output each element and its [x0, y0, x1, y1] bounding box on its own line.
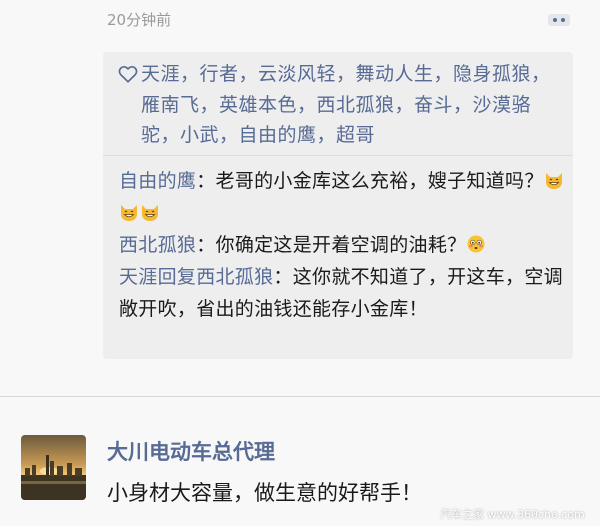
- comment-item[interactable]: 天涯回复西北孤狼：这你就不知道了，开这车，空调敞开吹，省出的油钱还能存小金库！: [119, 261, 565, 325]
- comment-item[interactable]: 自由的鹰：老哥的小金库这么充裕，嫂子知道吗？: [119, 165, 565, 229]
- avatar[interactable]: [21, 435, 86, 500]
- comment-text: 老哥的小金库这么充裕，嫂子知道吗？: [215, 170, 544, 192]
- post-author-name[interactable]: 大川电动车总代理: [107, 437, 275, 467]
- more-dot-icon: [553, 18, 557, 22]
- moments-feed: 20分钟前 天涯，行者，云淡风轻，舞动人生，隐身孤狼，雁南飞，英雄本色，西北孤狼…: [0, 0, 600, 526]
- comment-author[interactable]: 天涯回复西北孤狼: [119, 266, 273, 288]
- comment-author[interactable]: 自由的鹰: [119, 170, 196, 192]
- grinning-cat-emoji: [142, 205, 158, 221]
- comment-separator: ：: [196, 170, 216, 192]
- comment-list: 自由的鹰：老哥的小金库这么充裕，嫂子知道吗？ 西北孤狼：你确定这是开着空调的油耗…: [119, 165, 565, 325]
- likes-comments-divider: [103, 155, 573, 156]
- post-divider: [0, 396, 600, 397]
- sunset-city-avatar-image: [21, 435, 86, 500]
- heart-icon: [118, 66, 138, 83]
- grinning-cat-emoji: [121, 205, 137, 221]
- grinning-cat-emoji: [545, 173, 562, 189]
- comment-separator: ：: [273, 266, 293, 288]
- comment-item[interactable]: 西北孤狼：你确定这是开着空调的油耗？: [119, 229, 565, 261]
- likers-list[interactable]: 天涯，行者，云淡风轻，舞动人生，隐身孤狼，雁南飞，英雄本色，西北孤狼，奋斗，沙漠…: [141, 59, 561, 151]
- likes-and-comments-panel: 天涯，行者，云淡风轻，舞动人生，隐身孤狼，雁南飞，英雄本色，西北孤狼，奋斗，沙漠…: [103, 52, 573, 359]
- flushed-face-emoji: [467, 235, 485, 253]
- comment-text: 你确定这是开着空调的油耗？: [215, 234, 467, 256]
- more-dot-icon: [561, 18, 565, 22]
- post-timestamp: 20分钟前: [107, 11, 172, 29]
- post-text: 小身材大容量，做生意的好帮手！: [107, 481, 422, 505]
- comment-author[interactable]: 西北孤狼: [119, 234, 196, 256]
- more-actions-button[interactable]: [548, 14, 570, 26]
- likes-section: 天涯，行者，云淡风轻，舞动人生，隐身孤狼，雁南飞，英雄本色，西北孤狼，奋斗，沙漠…: [103, 52, 573, 155]
- comment-separator: ：: [196, 234, 216, 256]
- watermark: 汽车之家 www.360che.com: [440, 508, 585, 521]
